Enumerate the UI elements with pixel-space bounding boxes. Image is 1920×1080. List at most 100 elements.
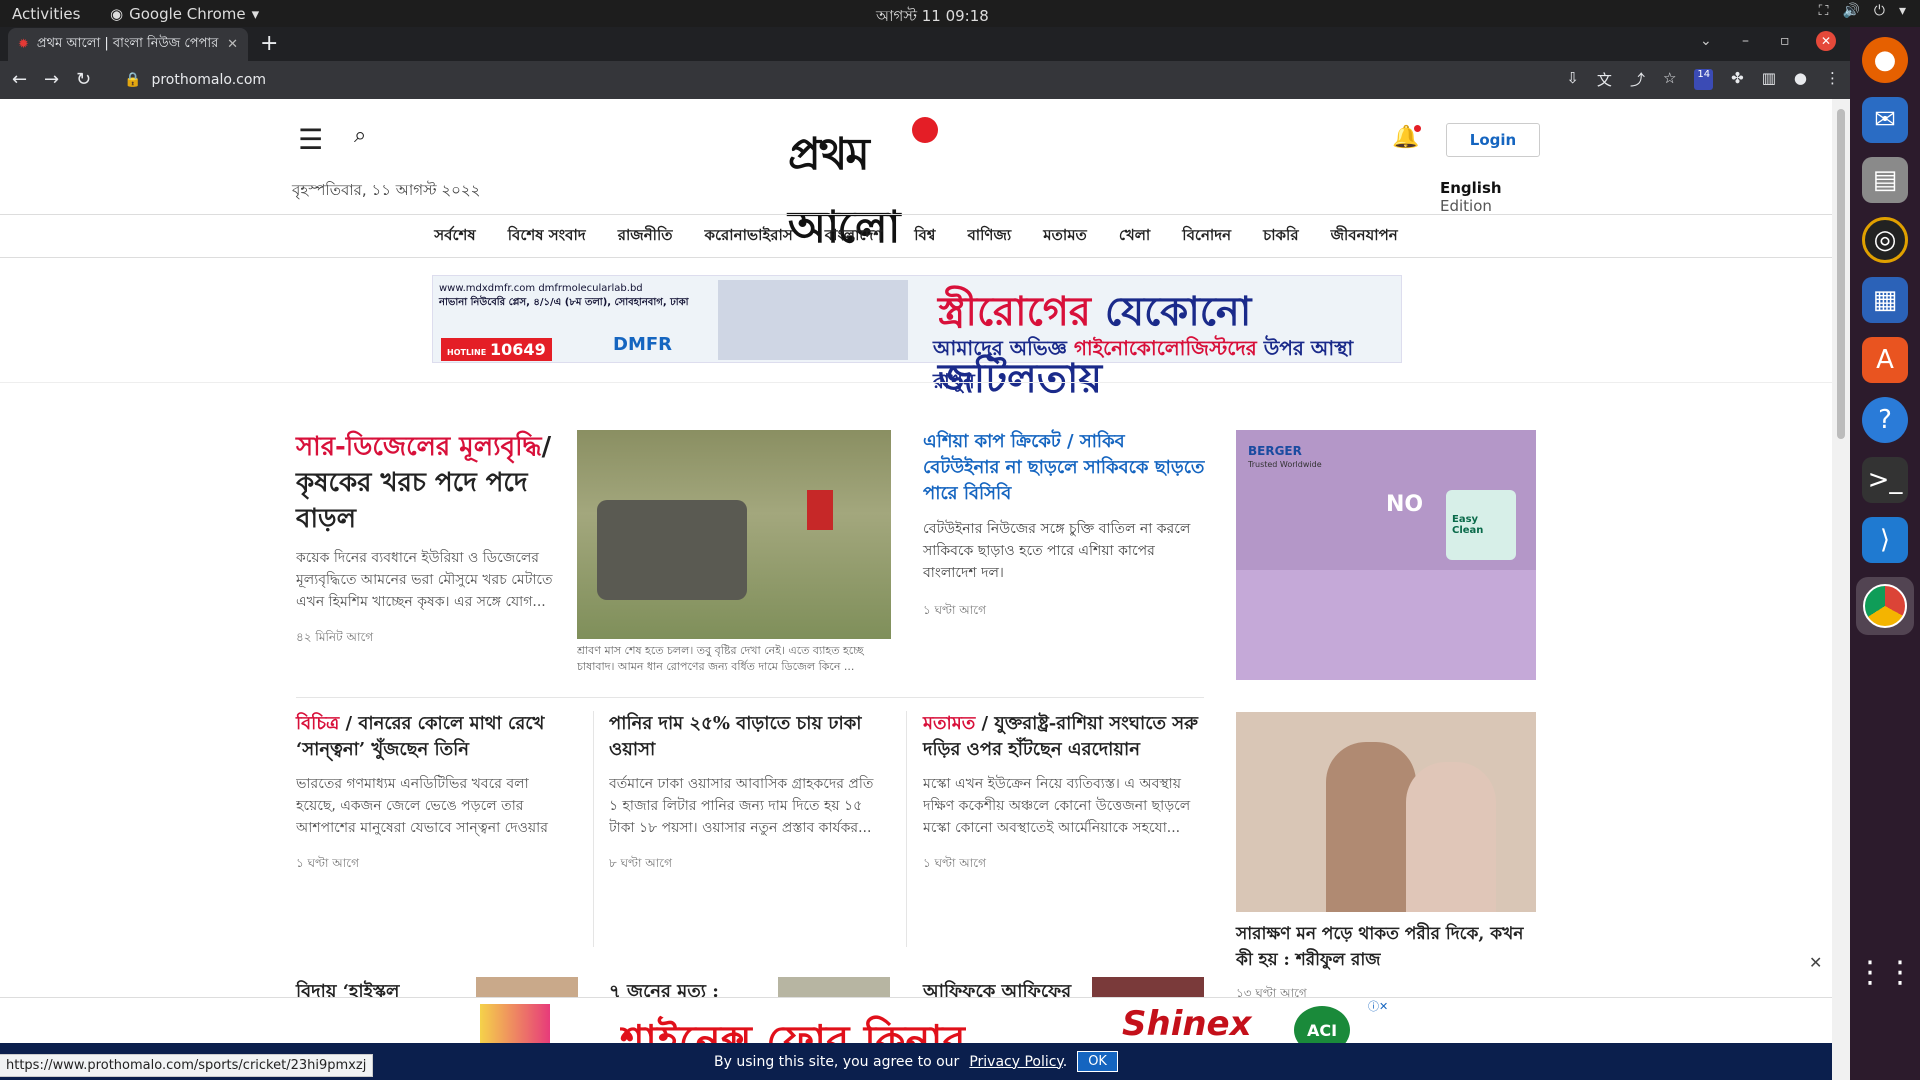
cookie-ok-button[interactable]: OK (1077, 1051, 1118, 1072)
notification-bell-icon[interactable]: 🔔 (1392, 125, 1422, 150)
forward-icon[interactable]: → (44, 69, 59, 90)
story-thumbnail[interactable] (1092, 977, 1204, 997)
page-scrollbar[interactable] (1832, 99, 1850, 1080)
nav-item-business[interactable]: বাণিজ্য (967, 224, 1011, 249)
tractor-shape (597, 500, 747, 600)
story-summary[interactable]: ভারতের গণমাধ্যম এনডিটিভির খবরে বলা হয়েছ… (296, 773, 572, 839)
search-icon[interactable]: ⌕ (354, 123, 366, 148)
bookmark-star-icon[interactable]: ☆ (1663, 69, 1676, 90)
chrome-icon[interactable] (1856, 577, 1914, 635)
rhythmbox-icon[interactable]: ◎ (1862, 217, 1908, 263)
back-icon[interactable]: ← (12, 69, 27, 90)
writer-icon[interactable]: ▦ (1862, 277, 1908, 323)
help-icon[interactable]: ? (1862, 397, 1908, 443)
scrollbar-thumb[interactable] (1837, 109, 1845, 439)
cricket-time: ১ ঘণ্টা আগে (923, 603, 986, 617)
logo-sun-icon (912, 117, 938, 143)
app-menu[interactable]: ◉ Google Chrome ▾ (110, 5, 259, 23)
ad-headline-red: স্ত্রীরোগের (938, 288, 1091, 335)
story-time: ১ ঘণ্টা আগে (923, 856, 986, 870)
terminal-icon[interactable]: >_ (1862, 457, 1908, 503)
profile-avatar-icon[interactable]: ● (1794, 69, 1807, 90)
ad-hotline: HOTLINE 10649 (441, 338, 552, 361)
ad-sub-blue-1: আমাদের অভিজ্ঞ (933, 336, 1067, 360)
story-thumbnail[interactable] (778, 977, 890, 997)
cookie-text: By using this site, you agree to our (714, 1053, 960, 1070)
ad-address: নাভানা নিউবেরি প্লেস, ৪/১/এ (৮ম তলা), সো… (439, 297, 689, 308)
site-logo[interactable]: প্রথম আলো (788, 117, 988, 253)
address-bar[interactable]: 🔒 prothomalo.com (110, 66, 1490, 94)
nav-item-latest[interactable]: সর্বশেষ (434, 224, 475, 249)
nav-item-jobs[interactable]: চাকরি (1263, 224, 1298, 249)
login-button[interactable]: Login (1446, 123, 1540, 157)
show-apps-icon[interactable]: ⋮⋮ (1855, 949, 1915, 995)
reload-icon[interactable]: ↻ (76, 69, 91, 90)
tab-search-icon[interactable]: ⌄ (1700, 33, 1712, 49)
share-icon[interactable]: ⤴ (1630, 69, 1645, 90)
minimize-icon[interactable]: – (1742, 33, 1749, 49)
nav-item-coronavirus[interactable]: করোনাভাইরাস (705, 224, 793, 249)
cricket-headline[interactable]: এশিয়া কাপ ক্রিকেট / সাকিব বেটউইনার না ছ… (923, 429, 1205, 507)
toolbar-actions: ⇩ 文 ⤴ ☆ 14 ✤ ▥ ● ⋮ (1566, 69, 1840, 90)
kebab-menu-icon[interactable]: ⋮ (1825, 69, 1840, 90)
nav-item-sports[interactable]: খেলা (1119, 224, 1150, 249)
cricket-summary[interactable]: বেটউইনার নিউজের সঙ্গে চুক্তি বাতিল না কর… (923, 518, 1205, 584)
ad-paint-can: Easy Clean (1446, 490, 1516, 560)
ad-doctors-image (718, 280, 908, 360)
edition-switch[interactable]: English Edition (1440, 179, 1542, 215)
system-top-bar: Activities ◉ Google Chrome ▾ আগস্ট 11 09… (0, 0, 1920, 27)
nav-item-politics[interactable]: রাজনীতি (618, 224, 673, 249)
close-tab-icon[interactable]: ✕ (227, 37, 238, 52)
page-viewport: ☰ ⌕ বৃহস্পতিবার, ১১ আগস্ট ২০২২ প্রথম আলো… (0, 99, 1832, 1080)
berger-side-ad[interactable]: BERGER Trusted Worldwide NO Easy Clean (1236, 430, 1536, 680)
extension-badge[interactable]: 14 (1694, 69, 1714, 90)
lead-kicker: সার-ডিজেলের মূল্যবৃদ্ধি (296, 432, 542, 462)
story-headline[interactable]: বিচিত্র / বানরের কোলে মাথা রেখে ‘সান্ত্ব… (296, 711, 576, 763)
tab-prothomalo[interactable]: ✹ প্রথম আলো | বাংলা নিউজ পেপার ✕ (8, 28, 248, 61)
nav-item-special[interactable]: বিশেষ সংবাদ (508, 224, 586, 249)
new-tab-button[interactable]: + (260, 31, 278, 56)
close-window-icon[interactable]: ✕ (1816, 31, 1836, 51)
hamburger-menu-icon[interactable]: ☰ (298, 123, 323, 156)
side-story-image[interactable] (1236, 712, 1536, 912)
top-banner-ad[interactable]: www.mdxdmfr.com dmfrmolecularlab.bd নাভা… (432, 275, 1402, 402)
ad-family-image (1236, 570, 1536, 680)
translate-icon[interactable]: 文 (1597, 69, 1612, 90)
maximize-icon[interactable]: ▫ (1780, 33, 1790, 49)
software-center-icon[interactable]: A (1862, 337, 1908, 383)
nav-item-opinion[interactable]: মতামত (1043, 224, 1087, 249)
activities-button[interactable]: Activities (12, 5, 80, 23)
story-thumbnail[interactable] (476, 977, 578, 997)
nav-item-bangladesh[interactable]: বাংলাদেশ (825, 224, 882, 249)
lead-image-farmer-tractor[interactable] (577, 430, 891, 639)
tab-strip: ✹ প্রথম আলো | বাংলা নিউজ পেপার ✕ + ⌄ – ▫… (0, 27, 1850, 61)
files-icon[interactable]: ▤ (1862, 157, 1908, 203)
story-summary[interactable]: বর্তমানে ঢাকা ওয়াসার আবাসিক গ্রাহকদের প… (609, 773, 885, 839)
install-icon[interactable]: ⇩ (1566, 69, 1579, 90)
extensions-puzzle-icon[interactable]: ✤ (1731, 69, 1744, 90)
system-tray[interactable]: ⛶ 🔊 ⏻ ▾ (1819, 3, 1906, 19)
thunderbird-icon[interactable]: ✉ (1862, 97, 1908, 143)
chrome-window: ✹ প্রথম আলো | বাংলা নিউজ পেপার ✕ + ⌄ – ▫… (0, 27, 1850, 1080)
status-bar-url: https://www.prothomalo.com/sports/cricke… (0, 1054, 374, 1077)
nav-item-lifestyle[interactable]: জীবনযাপন (1331, 224, 1398, 249)
lead-headline[interactable]: সার-ডিজেলের মূল্যবৃদ্ধি/ কৃষকের খরচ পদে … (296, 429, 556, 537)
chrome-app-icon: ◉ (110, 5, 124, 23)
vscode-icon[interactable]: ⟩ (1862, 517, 1908, 563)
adchoices-close-icon[interactable]: ⓘ✕ (1368, 998, 1388, 1014)
close-sticky-ad-icon[interactable]: ✕ (1809, 953, 1822, 972)
lead-summary[interactable]: কয়েক দিনের ব্যবধানে ইউরিয়া ও ডিজেলের ম… (296, 547, 572, 613)
side-panel-icon[interactable]: ▥ (1762, 69, 1776, 90)
story-headline[interactable]: মতামত / যুক্তরাষ্ট্র-রাশিয়া সংঘাতে সরু … (923, 711, 1205, 763)
story-summary[interactable]: মস্কো এখন ইউক্রেন নিয়ে ব্যতিব্যস্ত। এ অ… (923, 773, 1205, 839)
nav-item-world[interactable]: বিশ্ব (914, 224, 935, 249)
side-story-headline[interactable]: সারাক্ষণ মন পড়ে থাকত পরীর দিকে, কখন কী … (1236, 921, 1526, 973)
farmer-shape (807, 490, 833, 530)
story-title: পানির দাম ২৫% বাড়াতে চায় ঢাকা ওয়াসা (609, 713, 862, 760)
lead-slash: / (541, 432, 552, 462)
firefox-icon[interactable]: ● (1862, 37, 1908, 83)
nav-item-entertainment[interactable]: বিনোদন (1182, 224, 1231, 249)
privacy-policy-link[interactable]: Privacy Policy (969, 1054, 1062, 1070)
story-headline[interactable]: পানির দাম ২৫% বাড়াতে চায় ঢাকা ওয়াসা (609, 711, 889, 763)
ad-hotline-number: 10649 (490, 340, 546, 359)
